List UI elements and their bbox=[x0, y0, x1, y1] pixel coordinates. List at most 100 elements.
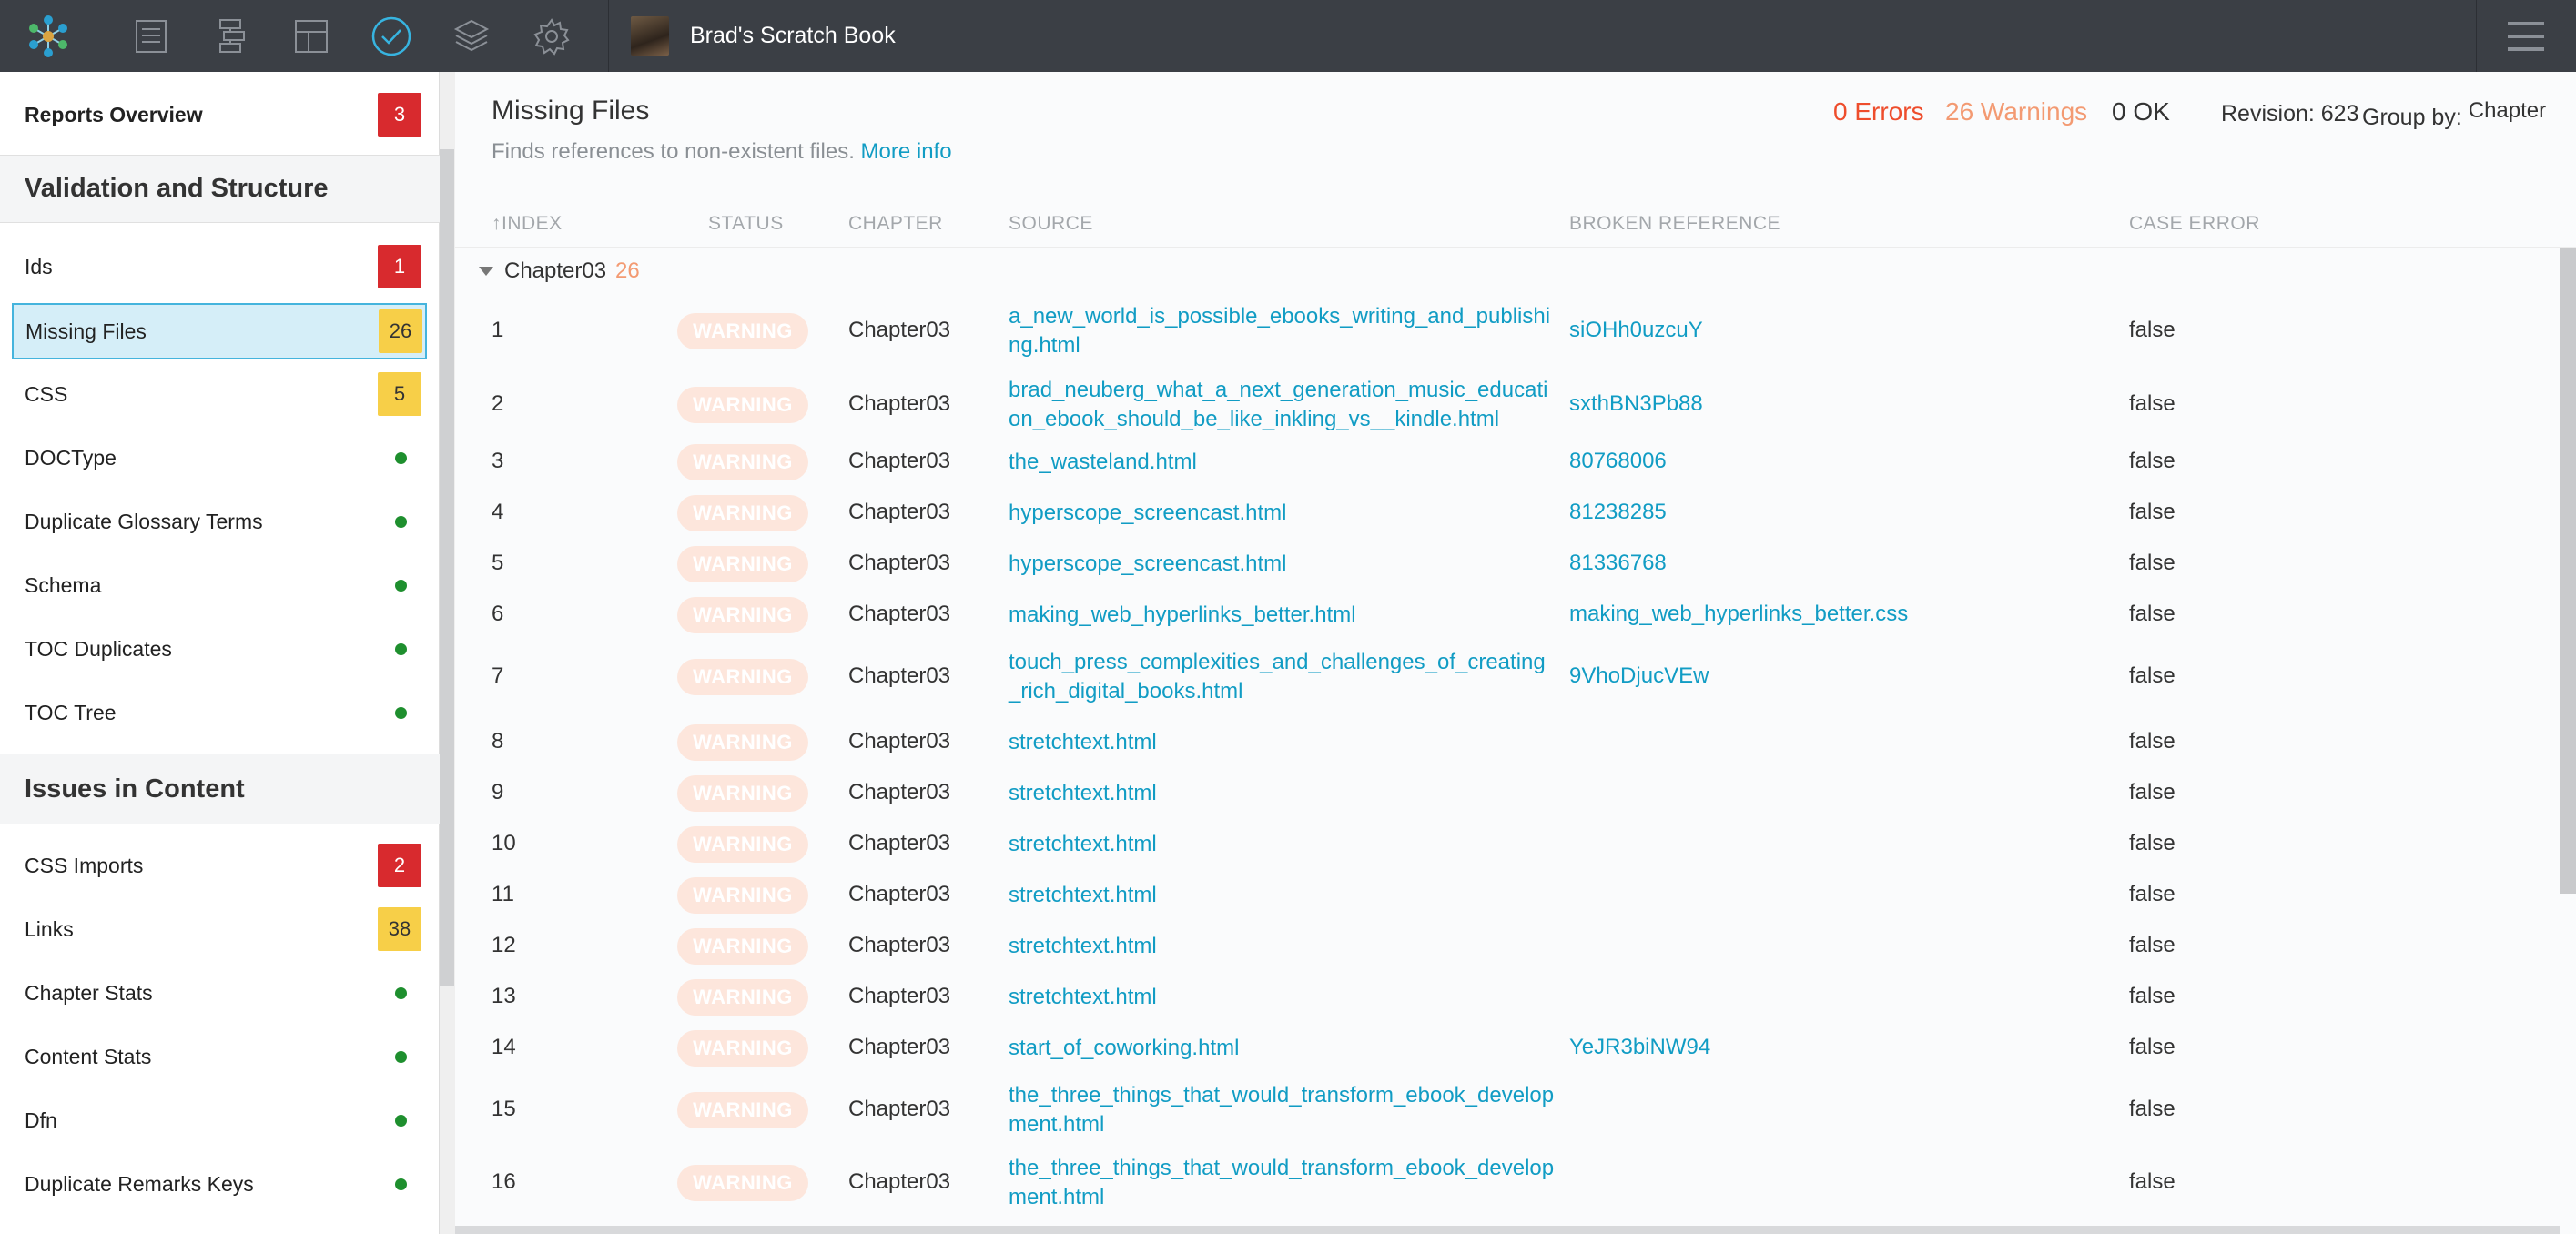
source-link[interactable]: a_new_world_is_possible_ebooks_writing_a… bbox=[1009, 302, 1555, 360]
sidebar-item-reports-overview[interactable]: Reports Overview 3 bbox=[0, 87, 440, 142]
case-error-cell: false bbox=[2129, 1169, 2175, 1194]
source-link[interactable]: stretchtext.html bbox=[1009, 779, 1555, 808]
book-title[interactable]: Brad's Scratch Book bbox=[690, 20, 896, 51]
sidebar-item-css-imports[interactable]: CSS Imports 2 bbox=[0, 840, 440, 891]
status-pill: WARNING bbox=[677, 724, 808, 761]
chapter-cell: Chapter03 bbox=[848, 831, 951, 855]
table-row[interactable]: 12 WARNING Chapter03 stretchtext.html false bbox=[455, 925, 2576, 968]
sidebar-item-links[interactable]: Links 38 bbox=[0, 904, 440, 955]
table-scroll-thumb[interactable] bbox=[2560, 248, 2576, 894]
sidebar-item-ids[interactable]: Ids 1 bbox=[0, 241, 440, 292]
collapse-caret-icon[interactable] bbox=[479, 267, 493, 276]
description-text: Finds references to non-existent files. bbox=[492, 139, 855, 164]
table-row[interactable]: 10 WARNING Chapter03 stretchtext.html false bbox=[455, 823, 2576, 866]
source-link[interactable]: the_wasteland.html bbox=[1009, 448, 1555, 477]
source-link[interactable]: hyperscope_screencast.html bbox=[1009, 550, 1555, 579]
broken-reference-link[interactable]: 9VhoDjucVEw bbox=[1569, 663, 1709, 689]
source-link[interactable]: stretchtext.html bbox=[1009, 881, 1555, 910]
source-link[interactable]: stretchtext.html bbox=[1009, 932, 1555, 961]
row-index: 5 bbox=[492, 551, 504, 575]
source-link[interactable]: touch_press_complexities_and_challenges_… bbox=[1009, 648, 1555, 706]
table-row[interactable]: 11 WARNING Chapter03 stretchtext.html false bbox=[455, 874, 2576, 917]
horizontal-scrollbar[interactable] bbox=[455, 1226, 2560, 1234]
sidebar-item-css[interactable]: CSS 5 bbox=[0, 369, 440, 420]
source-link[interactable]: hyperscope_screencast.html bbox=[1009, 499, 1555, 528]
broken-reference-link[interactable]: siOHh0uzcuY bbox=[1569, 318, 1703, 343]
table-row[interactable]: 5 WARNING Chapter03 hyperscope_screencast.h… bbox=[455, 542, 2576, 586]
broken-reference-link[interactable]: 81336768 bbox=[1569, 551, 1667, 576]
status-pill: WARNING bbox=[677, 659, 808, 695]
table-row[interactable]: 6 WARNING Chapter03 making_web_hyperlinks_b… bbox=[455, 593, 2576, 637]
layout-icon[interactable] bbox=[271, 0, 351, 72]
layers-icon[interactable] bbox=[431, 0, 512, 72]
table-row[interactable]: 15 WARNING Chapter03 the_three_things_that_… bbox=[455, 1078, 2576, 1142]
column-header-chapter[interactable]: CHAPTER bbox=[848, 213, 943, 235]
top-toolbar: Brad's Scratch Book bbox=[0, 0, 2576, 72]
table-row[interactable]: 1 WARNING Chapter03 a_new_world_is_possible… bbox=[455, 299, 2576, 363]
column-header-source[interactable]: SOURCE bbox=[1009, 213, 1093, 235]
column-header-status[interactable]: STATUS bbox=[708, 213, 784, 235]
row-index: 6 bbox=[492, 602, 504, 626]
column-header-case-error[interactable]: CASE ERROR bbox=[2129, 213, 2260, 235]
source-link[interactable]: the_three_things_that_would_transform_eb… bbox=[1009, 1154, 1555, 1212]
group-by-value[interactable]: Chapter bbox=[2469, 98, 2546, 123]
ok-count[interactable]: 0 OK bbox=[2112, 97, 2170, 126]
table-row[interactable]: 9 WARNING Chapter03 stretchtext.html false bbox=[455, 772, 2576, 815]
table-row[interactable]: 7 WARNING Chapter03 touch_press_complexitie… bbox=[455, 645, 2576, 709]
column-header-broken-reference[interactable]: BROKEN REFERENCE bbox=[1569, 213, 1780, 235]
sidebar-item-label: TOC Tree bbox=[25, 700, 117, 724]
chapter-cell: Chapter03 bbox=[848, 663, 951, 688]
table-row[interactable]: 4 WARNING Chapter03 hyperscope_screencast.h… bbox=[455, 491, 2576, 535]
source-link[interactable]: brad_neuberg_what_a_next_generation_musi… bbox=[1009, 376, 1555, 434]
sidebar-item-chapter-stats[interactable]: Chapter Stats bbox=[0, 967, 440, 1018]
source-link[interactable]: the_three_things_that_would_transform_eb… bbox=[1009, 1081, 1555, 1139]
status-pill: WARNING bbox=[677, 546, 808, 582]
source-link[interactable]: stretchtext.html bbox=[1009, 983, 1555, 1012]
source-link[interactable]: stretchtext.html bbox=[1009, 830, 1555, 859]
group-row-chapter03[interactable]: Chapter03 26 bbox=[455, 250, 2576, 294]
ok-status-dot bbox=[395, 642, 407, 655]
table-row[interactable]: 2 WARNING Chapter03 brad_neuberg_what_a_nex… bbox=[455, 373, 2576, 437]
table-row[interactable]: 13 WARNING Chapter03 stretchtext.html false bbox=[455, 976, 2576, 1019]
check-circle-icon[interactable] bbox=[351, 0, 431, 72]
app-logo-icon[interactable] bbox=[0, 0, 96, 72]
structure-icon[interactable] bbox=[191, 0, 271, 72]
chapter-cell: Chapter03 bbox=[848, 984, 951, 1008]
case-error-cell: false bbox=[2129, 500, 2175, 524]
sidebar-item-duplicate-remarks-keys[interactable]: Duplicate Remarks Keys bbox=[0, 1158, 440, 1209]
source-link[interactable]: start_of_coworking.html bbox=[1009, 1034, 1555, 1063]
case-error-cell: false bbox=[2129, 449, 2175, 473]
errors-count[interactable]: 0 Errors bbox=[1833, 97, 1924, 126]
count-badge: 2 bbox=[378, 844, 421, 887]
sidebar-item-schema[interactable]: Schema bbox=[0, 560, 440, 611]
sidebar-item-toc-duplicates[interactable]: TOC Duplicates bbox=[0, 623, 440, 674]
warnings-count[interactable]: 26 Warnings bbox=[1945, 97, 2087, 126]
list-icon[interactable] bbox=[111, 0, 191, 72]
sidebar-item-content-stats[interactable]: Content Stats bbox=[0, 1031, 440, 1082]
row-index: 9 bbox=[492, 780, 504, 804]
sidebar-item-doctype[interactable]: DOCType bbox=[0, 432, 440, 483]
report-description: Finds references to non-existent files. … bbox=[492, 139, 952, 165]
table-row[interactable]: 16 WARNING Chapter03 the_three_things_that_… bbox=[455, 1151, 2576, 1215]
table-row[interactable]: 8 WARNING Chapter03 stretchtext.html false bbox=[455, 721, 2576, 764]
source-link[interactable]: stretchtext.html bbox=[1009, 728, 1555, 757]
column-header-index[interactable]: ↑INDEX bbox=[492, 213, 563, 235]
hamburger-menu-icon[interactable] bbox=[2494, 13, 2558, 60]
sidebar-scroll-thumb[interactable] bbox=[440, 149, 454, 986]
table-row[interactable]: 3 WARNING Chapter03 the_wasteland.html 80768… bbox=[455, 440, 2576, 484]
gear-icon[interactable] bbox=[512, 0, 592, 72]
broken-reference-link[interactable]: making_web_hyperlinks_better.css bbox=[1569, 602, 1908, 627]
table-row[interactable]: 14 WARNING Chapter03 start_of_coworking.htm… bbox=[455, 1027, 2576, 1070]
case-error-cell: false bbox=[2129, 551, 2175, 575]
broken-reference-link[interactable]: YeJR3biNW94 bbox=[1569, 1035, 1710, 1060]
source-link[interactable]: making_web_hyperlinks_better.html bbox=[1009, 601, 1555, 630]
sidebar-item-dfn[interactable]: Dfn bbox=[0, 1095, 440, 1146]
broken-reference-link[interactable]: sxthBN3Pb88 bbox=[1569, 391, 1703, 417]
sidebar-item-missing-files[interactable]: Missing Files 26 bbox=[12, 303, 427, 359]
sidebar-item-duplicate-glossary-terms[interactable]: Duplicate Glossary Terms bbox=[0, 496, 440, 547]
sidebar-item-toc-tree[interactable]: TOC Tree bbox=[0, 687, 440, 738]
broken-reference-link[interactable]: 81238285 bbox=[1569, 500, 1667, 525]
more-info-link[interactable]: More info bbox=[861, 139, 952, 164]
group-by-selector[interactable]: Group by: Chapter bbox=[2362, 98, 2546, 131]
broken-reference-link[interactable]: 80768006 bbox=[1569, 449, 1667, 474]
